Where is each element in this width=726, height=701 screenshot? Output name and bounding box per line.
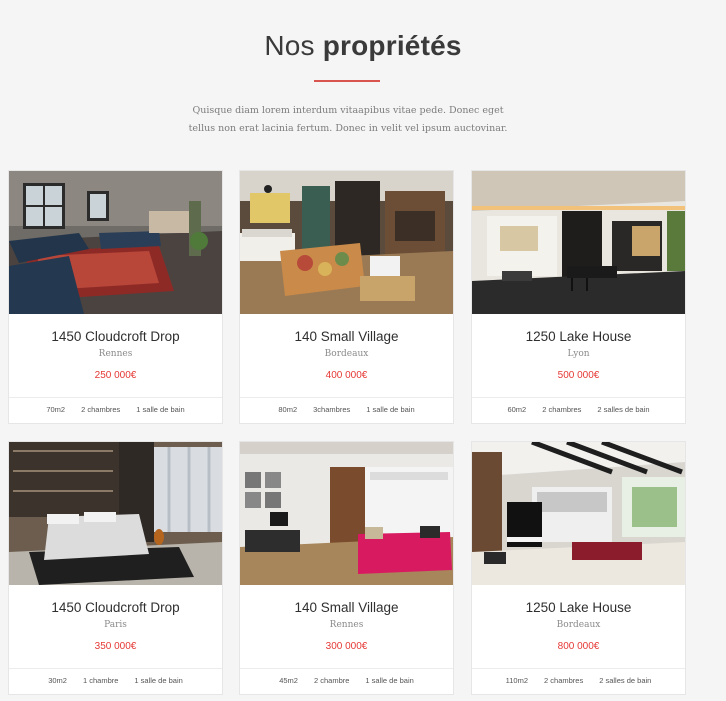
card-divider [472, 668, 685, 669]
property-name[interactable]: 1250 Lake House [472, 600, 685, 615]
spec-rooms: 1 chambre [82, 676, 119, 685]
spec-baths: 1 salle de bain [366, 405, 415, 414]
spec-rooms: 2 chambres [81, 405, 121, 414]
spec-baths: 1 salle de bain [136, 405, 185, 414]
property-city: Lyon [567, 349, 590, 359]
property-card[interactable]: 1250 Lake House Lyon 500 000€ 60m2 2 cha… [471, 170, 686, 424]
card-divider [240, 668, 453, 669]
property-name[interactable]: 1450 Cloudcroft Drop [9, 600, 222, 615]
property-name[interactable]: 1250 Lake House [472, 329, 685, 344]
property-city: Bordeaux [324, 349, 369, 359]
spec-rooms: 2 chambres [542, 405, 582, 414]
spec-baths: 1 salle de bain [134, 676, 183, 685]
spec-area: 30m2 [48, 676, 67, 685]
spec-area: 80m2 [278, 405, 298, 414]
property-specs: 70m2 2 chambres 1 salle de bain [9, 405, 222, 414]
card-divider [9, 397, 222, 398]
property-specs: 30m2 1 chambre 1 salle de bain [9, 676, 222, 685]
spec-rooms: 2 chambre [313, 676, 350, 685]
title-underline [314, 80, 380, 82]
property-city: Paris [104, 620, 127, 630]
property-photo[interactable] [240, 442, 453, 585]
property-city: Bordeaux [556, 620, 601, 630]
property-city: Rennes [98, 349, 133, 359]
property-card[interactable]: 140 Small Village Rennes 300 000€ 45m2 2… [239, 441, 454, 695]
property-price: 250 000€ [94, 370, 137, 381]
spec-area: 60m2 [507, 405, 527, 414]
property-photo[interactable] [9, 442, 222, 585]
property-price: 300 000€ [325, 641, 368, 652]
property-price: 350 000€ [94, 641, 137, 652]
title-light: Nos [264, 30, 323, 61]
property-card[interactable]: 1450 Cloudcroft Drop Rennes 250 000€ 70m… [8, 170, 223, 424]
card-divider [240, 397, 453, 398]
property-photo[interactable] [472, 171, 685, 314]
property-photo[interactable] [9, 171, 222, 314]
property-price: 500 000€ [557, 370, 600, 381]
spec-baths: 1 salle de bain [365, 676, 414, 685]
spec-rooms: 2 chambres [544, 676, 584, 685]
title-bold: propriétés [322, 30, 462, 61]
section-subtitle: Quisque diam lorem interdum vitaapibus v… [188, 105, 508, 134]
card-divider [472, 397, 685, 398]
property-price: 800 000€ [557, 641, 600, 652]
property-specs: 110m2 2 chambres 2 salles de bain [472, 676, 685, 685]
spec-baths: 2 salles de bain [597, 405, 650, 414]
property-name[interactable]: 1450 Cloudcroft Drop [9, 329, 222, 344]
spec-rooms: 3chambres [313, 405, 351, 414]
property-card[interactable]: 1450 Cloudcroft Drop Paris 350 000€ 30m2… [8, 441, 223, 695]
property-specs: 80m2 3chambres 1 salle de bain [240, 405, 453, 414]
spec-area: 45m2 [279, 676, 298, 685]
property-card[interactable]: 140 Small Village Bordeaux 400 000€ 80m2… [239, 170, 454, 424]
property-photo[interactable] [472, 442, 685, 585]
spec-area: 70m2 [46, 405, 66, 414]
property-name[interactable]: 140 Small Village [240, 600, 453, 615]
page-title: Nos propriétés [0, 30, 726, 62]
property-photo[interactable] [240, 171, 453, 314]
property-card[interactable]: 1250 Lake House Bordeaux 800 000€ 110m2 … [471, 441, 686, 695]
property-name[interactable]: 140 Small Village [240, 329, 453, 344]
card-divider [9, 668, 222, 669]
property-specs: 60m2 2 chambres 2 salles de bain [472, 405, 685, 414]
property-price: 400 000€ [325, 370, 368, 381]
spec-area: 110m2 [505, 676, 529, 685]
property-city: Rennes [329, 620, 364, 630]
spec-baths: 2 salles de bain [599, 676, 652, 685]
property-specs: 45m2 2 chambre 1 salle de bain [240, 676, 453, 685]
